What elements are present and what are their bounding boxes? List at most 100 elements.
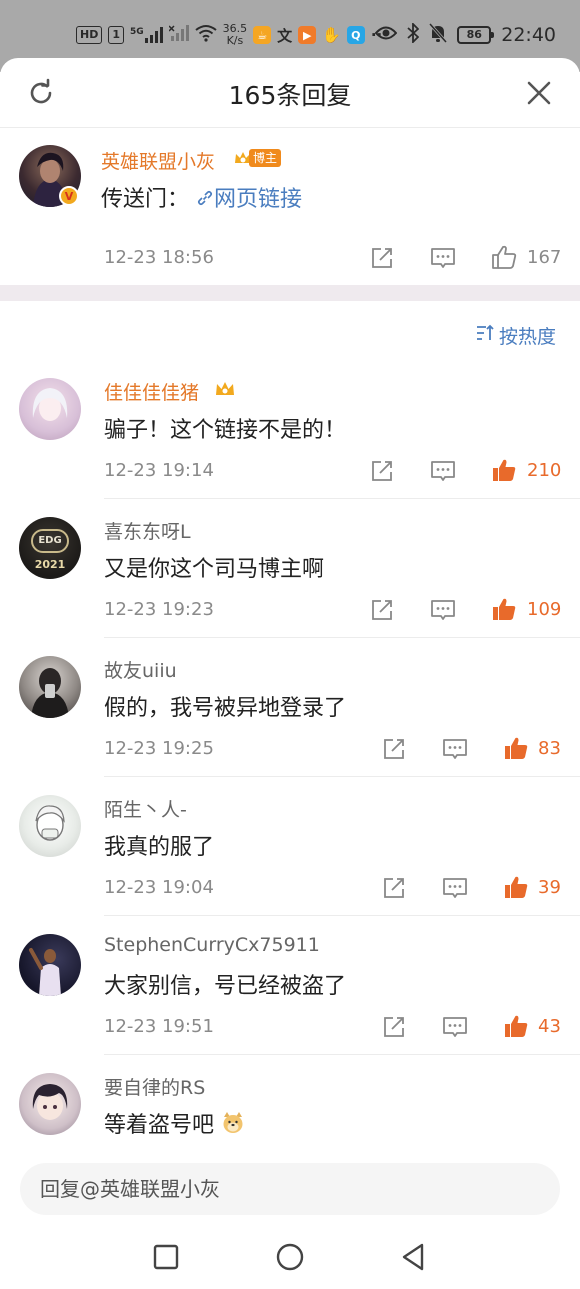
comment-text-prefix: 传送门： [101,187,190,212]
reply-item: StephenCurryCx75911 大家别信，号已经被盗了 12-23 19… [0,916,580,1055]
hd-indicator: HD [76,26,103,44]
reply-item: EDG 2021 喜东东呀L 又是你这个司马博主啊 12-23 19:23 10… [0,499,580,638]
sort-label: 按热度 [498,326,556,348]
avatar-year: 2021 [34,558,66,571]
status-left: HD 1 5G 36.5 K/s ☕ 文 ▶ ✋ Q ··· [76,20,388,50]
reply-time: 12-23 19:23 [104,599,214,620]
reply-text: 等着盗号吧 [104,1107,245,1141]
like-icon[interactable] [490,456,518,484]
reply-text: 骗子！这个链接不是的！ [104,418,347,443]
comment-time: 12-23 18:56 [104,247,214,268]
avatar[interactable] [19,656,81,718]
reply-text: 大家别信，号已经被盗了 [104,974,347,999]
network-speed: 36.5 K/s [223,23,248,47]
like-count: 167 [527,247,562,268]
reply-time: 12-23 19:25 [104,738,214,759]
blogger-tag: 博主 [249,149,282,167]
home-icon[interactable] [275,1242,305,1272]
web-link-label: 网页链接 [214,187,303,212]
search-app-icon: Q [346,26,365,44]
reply-item: 佳佳佳佳猪 骗子！这个链接不是的！ 12-23 19:14 210 [0,360,580,499]
clock: 22:40 [501,24,556,46]
signal-5g-icon: 5G [130,27,163,43]
like-count: 39 [538,877,561,898]
reply-author[interactable]: 喜东东呀L [104,517,191,544]
close-icon[interactable] [524,78,554,108]
avatar[interactable]: EDG 2021 [19,517,81,579]
reply-author[interactable]: StephenCurryCx75911 [104,934,320,956]
sort-icon [475,323,495,348]
crown-icon [214,378,236,404]
signal-noservice-icon [168,25,189,45]
like-count: 83 [538,738,561,759]
share-icon[interactable] [368,596,396,624]
like-icon[interactable] [490,243,518,271]
sort-by-hot-button[interactable]: 按热度 [475,322,556,349]
avatar[interactable] [19,378,81,440]
reply-input[interactable]: 回复@英雄联盟小灰 [20,1163,560,1215]
reply-text: 我真的服了 [104,835,215,860]
reply-time: 12-23 19:04 [104,877,214,898]
bluetooth-icon [407,21,420,47]
reply-item: 故友uiiu 假的，我号被异地登录了 12-23 19:25 83 [0,638,580,777]
reply-author[interactable]: 要自律的RS [104,1073,205,1100]
video-app-icon: ▶ [298,26,317,44]
network-speed-unit: K/s [226,34,244,47]
comment-icon[interactable] [429,596,457,624]
like-icon[interactable] [490,595,518,623]
back-icon[interactable] [398,1242,428,1272]
signal-5g-label: 5G [130,27,144,37]
comment-text: 传送门： 网页链接 [101,181,302,213]
avatar[interactable] [19,1073,81,1135]
app-notification-icon: ☕ [253,26,272,44]
doge-emoji-icon [221,1111,245,1141]
mute-bell-icon [429,23,448,47]
comment-icon[interactable] [441,735,469,763]
comment-icon[interactable] [429,457,457,485]
hand-app-icon: ✋ [322,26,341,44]
sim-indicator: 1 [108,26,124,44]
reply-time: 12-23 19:14 [104,460,214,481]
reply-sheet: 165条回复 V 英雄联盟小灰 博主 传送门： 网页链接 12-23 18:56 [0,58,580,1289]
link-icon [197,190,213,206]
section-divider [0,285,580,301]
eye-icon [374,25,398,45]
battery-icon: 86 [457,26,495,44]
web-link[interactable]: 网页链接 [196,187,302,212]
avatar[interactable] [19,795,81,857]
reply-author[interactable]: 故友uiiu [104,656,177,683]
status-right: 86 22:40 [374,20,556,50]
translate-app-icon: 文 [277,26,293,45]
recent-apps-icon[interactable] [151,1242,181,1272]
like-count: 210 [527,460,562,481]
like-icon[interactable] [502,1012,530,1040]
wifi-icon [195,24,217,46]
like-count: 43 [538,1016,561,1037]
like-icon[interactable] [502,734,530,762]
reply-author[interactable]: 陌生丶人- [104,795,187,822]
edg-logo: EDG [31,529,69,553]
comment-icon[interactable] [441,874,469,902]
avatar[interactable] [19,934,81,996]
share-icon[interactable] [380,874,408,902]
main-comment: V 英雄联盟小灰 博主 传送门： 网页链接 12-23 18:56 167 [0,129,580,285]
share-icon[interactable] [380,735,408,763]
share-icon[interactable] [368,457,396,485]
share-icon[interactable] [380,1013,408,1041]
comment-icon[interactable] [441,1013,469,1041]
reply-text-body: 等着盗号吧 [104,1113,215,1138]
sheet-header: 165条回复 [0,58,580,128]
page-title: 165条回复 [228,81,352,110]
system-nav-bar [0,1228,580,1289]
verified-badge-icon: V [59,186,79,206]
reply-time: 12-23 19:51 [104,1016,214,1037]
like-icon[interactable] [502,873,530,901]
author-badge: 博主 [233,148,282,168]
reply-item: 陌生丶人- 我真的服了 12-23 19:04 39 [0,777,580,916]
share-icon[interactable] [368,244,396,272]
comment-icon[interactable] [429,244,457,272]
like-count: 109 [527,599,562,620]
reply-text: 又是你这个司马博主啊 [104,557,325,582]
comment-author[interactable]: 英雄联盟小灰 [101,147,215,174]
reply-author[interactable]: 佳佳佳佳猪 [104,378,199,405]
